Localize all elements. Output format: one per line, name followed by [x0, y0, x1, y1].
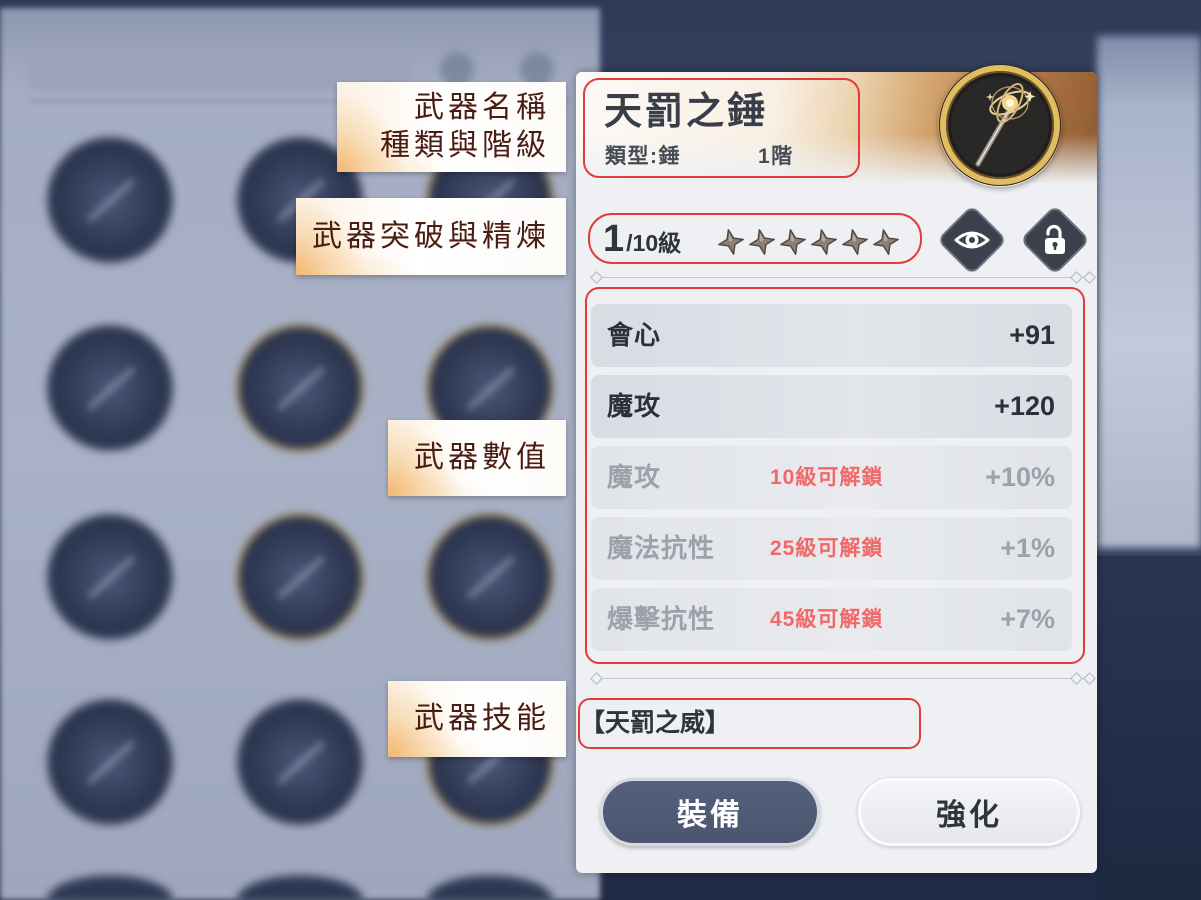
blurred-weapon-slot — [50, 517, 170, 637]
view-button[interactable] — [936, 204, 1008, 276]
weapon-detail-panel: 天罰之錘 類型:錘 1階 1 /10級 會心 +91 魔攻 +120 魔攻 10… — [576, 64, 1097, 873]
blurred-weapon-slot — [50, 140, 170, 260]
divider-ornament — [590, 672, 603, 685]
blurred-backdrop — [1097, 556, 1201, 900]
annotation-text: 種類與階級 — [380, 129, 550, 162]
blurred-weapon-slot — [240, 517, 360, 637]
blurred-weapon-slot — [240, 328, 360, 448]
annotation-text: 武器數值 — [414, 441, 550, 474]
unlocked-padlock-icon — [1045, 224, 1065, 254]
divider-ornament — [1083, 672, 1096, 685]
highlight-outline-name — [583, 78, 860, 178]
divider-ornament — [590, 271, 603, 284]
divider-ornament — [1070, 672, 1083, 685]
blurred-weapon-slot — [50, 328, 170, 448]
enhance-button[interactable]: 強化 — [858, 778, 1080, 846]
annotation-text: 武器突破與精煉 — [312, 219, 550, 253]
annotation-skill: 武器技能 — [388, 681, 566, 757]
blurred-weapon-slot — [430, 517, 550, 637]
eye-icon — [954, 231, 990, 249]
blurred-toolbar-icon — [440, 52, 474, 86]
annotation-breakthrough: 武器突破與精煉 — [296, 198, 566, 275]
blurred-backdrop — [1097, 36, 1201, 548]
game-screen: 武器名稱 種類與階級 武器突破與精煉 武器數值 武器技能 天罰之錘 類型:錘 1… — [0, 0, 1201, 900]
section-divider — [590, 271, 1096, 284]
staff-orb-icon — [938, 63, 1062, 187]
annotation-text: 武器技能 — [414, 702, 550, 735]
highlight-outline-skill — [578, 698, 921, 749]
highlight-outline-stats — [585, 287, 1085, 664]
section-divider — [590, 672, 1096, 685]
blurred-weapon-slot — [240, 702, 360, 822]
annotation-name-type-tier: 武器名稱 種類與階級 — [337, 82, 566, 172]
annotation-text: 武器名稱 — [414, 91, 550, 124]
blurred-toolbar-icon — [520, 52, 554, 86]
equip-button[interactable]: 裝備 — [600, 778, 820, 846]
annotation-stats: 武器數值 — [388, 420, 566, 496]
lock-toggle-button[interactable] — [1019, 204, 1091, 276]
blurred-weapon-slot — [50, 702, 170, 822]
highlight-outline-breakthrough — [588, 213, 922, 264]
